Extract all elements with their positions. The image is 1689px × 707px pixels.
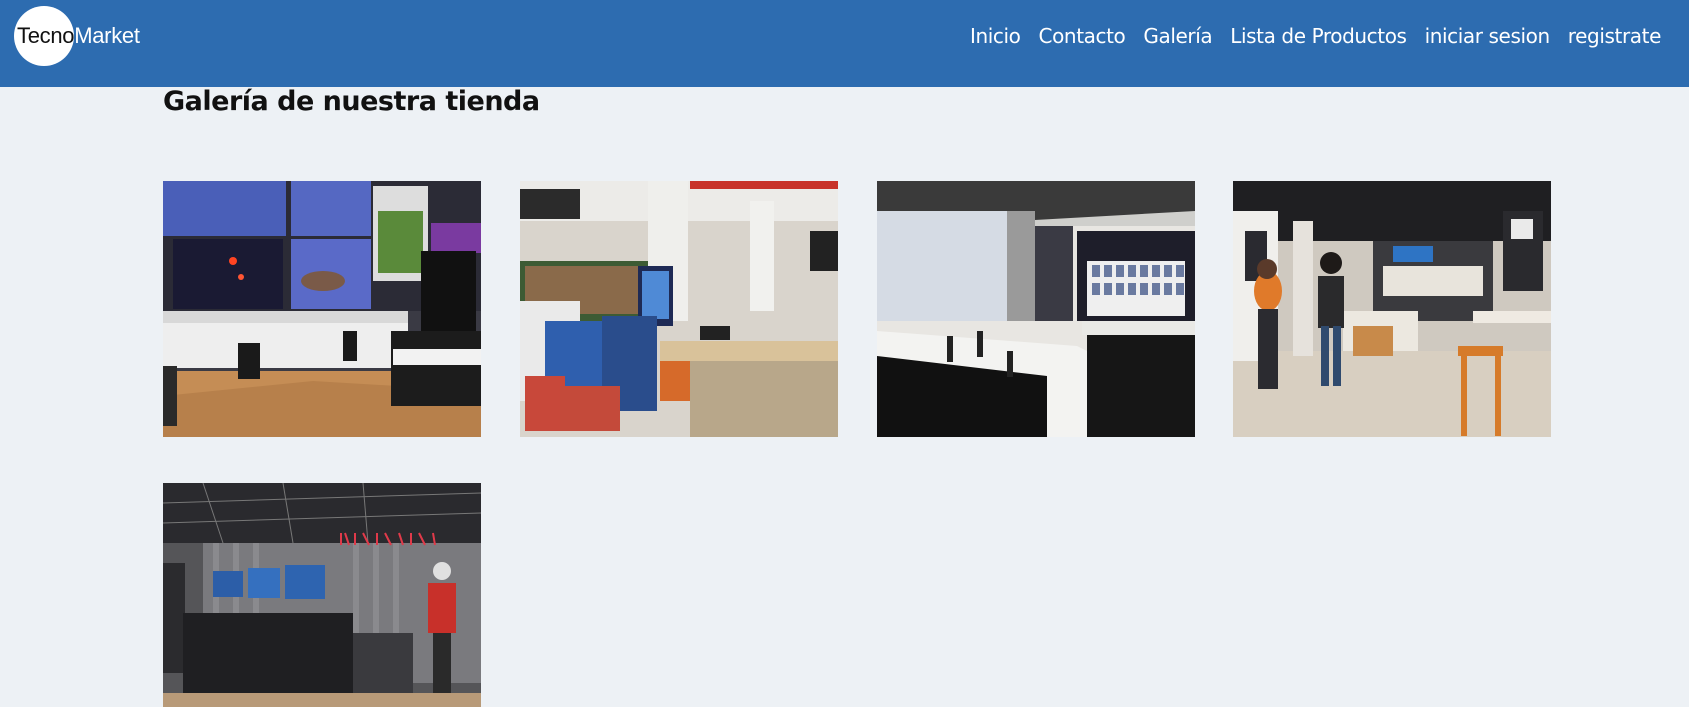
main-nav: Inicio Contacto Galería Lista de Product… bbox=[970, 0, 1661, 72]
store-photo-dark-showroom bbox=[163, 483, 481, 707]
store-photo-phone-counters bbox=[877, 181, 1195, 437]
nav-link-galeria[interactable]: Galería bbox=[1143, 24, 1212, 48]
store-photo-books-toys bbox=[520, 181, 838, 437]
logo[interactable]: Tecno Market bbox=[14, 6, 140, 66]
nav-link-lista-productos[interactable]: Lista de Productos bbox=[1230, 24, 1407, 48]
gallery-photo-5[interactable] bbox=[163, 483, 481, 707]
gallery-photo-4[interactable] bbox=[1233, 181, 1551, 437]
store-photo-people-walking bbox=[1233, 181, 1551, 437]
gallery-photo-2[interactable] bbox=[520, 181, 838, 437]
gallery-photo-1[interactable] bbox=[163, 181, 481, 437]
store-photo-tv-wall bbox=[163, 181, 481, 437]
top-navbar: Tecno Market Inicio Contacto Galería List… bbox=[0, 0, 1689, 87]
nav-link-inicio[interactable]: Inicio bbox=[970, 24, 1021, 48]
gallery-photo-3[interactable] bbox=[877, 181, 1195, 437]
page-title: Galería de nuestra tienda bbox=[163, 86, 540, 117]
logo-text-secondary: Market bbox=[74, 23, 140, 48]
logo-text-primary: Tecno bbox=[17, 23, 75, 48]
nav-link-contacto[interactable]: Contacto bbox=[1039, 24, 1126, 48]
nav-link-registrate[interactable]: registrate bbox=[1568, 24, 1662, 48]
nav-link-iniciar-sesion[interactable]: iniciar sesion bbox=[1425, 24, 1551, 48]
